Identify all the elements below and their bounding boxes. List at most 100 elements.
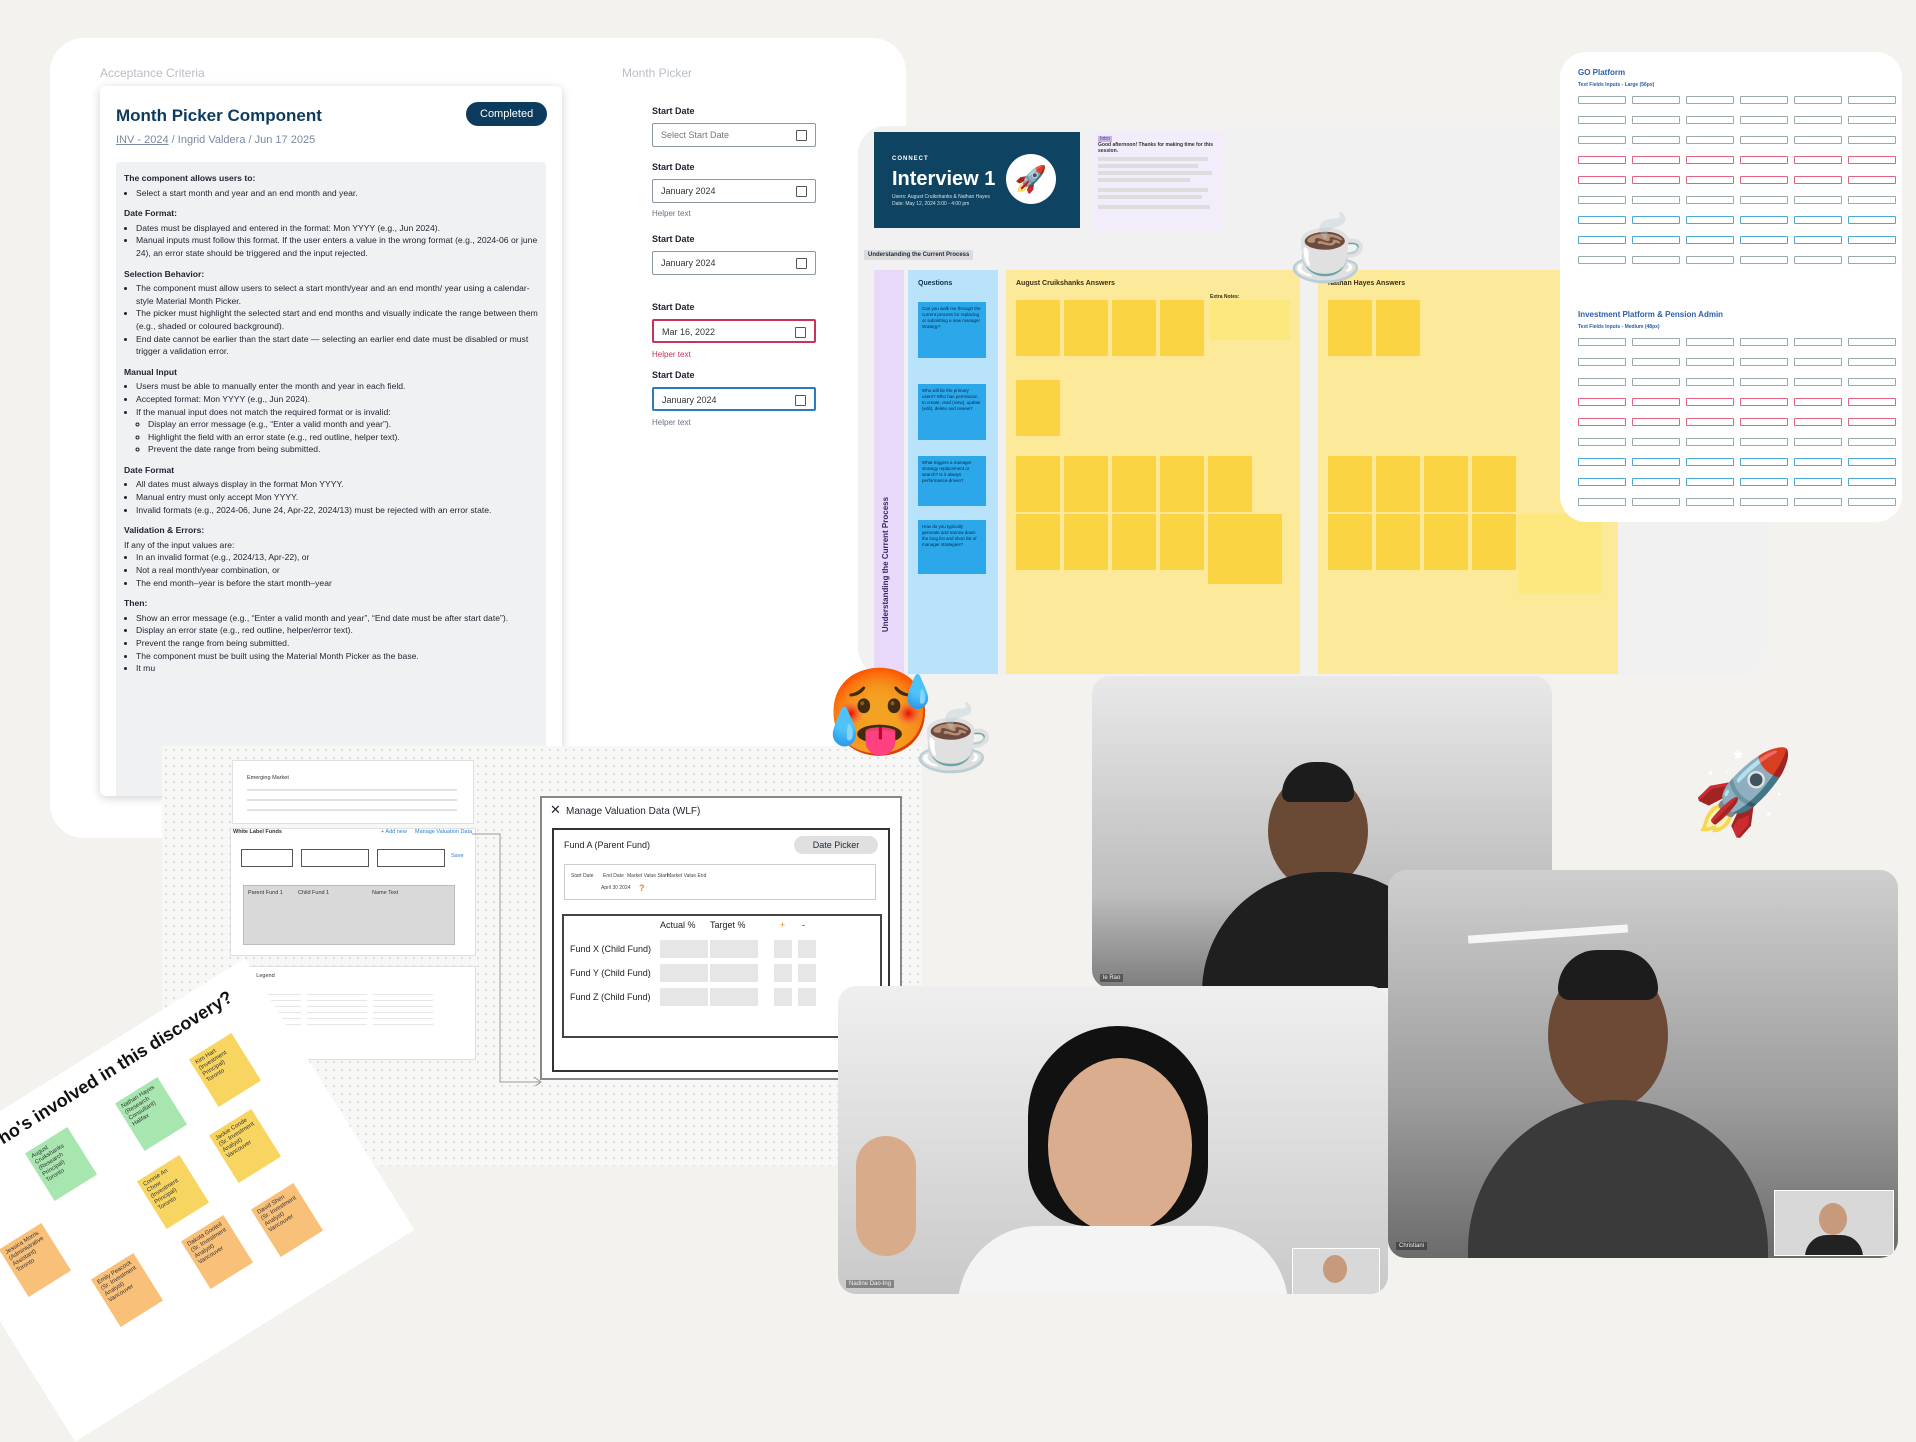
- text-field-sample[interactable]: [1794, 176, 1842, 184]
- sticky-note[interactable]: [1160, 456, 1204, 512]
- text-field-sample[interactable]: [1686, 358, 1734, 366]
- text-field-sample[interactable]: [1740, 378, 1788, 386]
- text-field-sample[interactable]: [1848, 438, 1896, 446]
- text-field-sample[interactable]: [1848, 136, 1896, 144]
- text-field-sample[interactable]: [1686, 136, 1734, 144]
- sticky-note[interactable]: [1064, 300, 1108, 356]
- text-field-sample[interactable]: [1740, 156, 1788, 164]
- ticket-link[interactable]: INV - 2024: [116, 134, 169, 146]
- sticky-note[interactable]: [1208, 456, 1252, 512]
- text-field-sample[interactable]: [1848, 358, 1896, 366]
- text-field-sample[interactable]: [1848, 418, 1896, 426]
- text-field-sample[interactable]: [1632, 256, 1680, 264]
- self-view[interactable]: [1774, 1190, 1894, 1256]
- text-field-sample[interactable]: [1848, 498, 1896, 506]
- calendar-icon[interactable]: [796, 130, 807, 141]
- sticky-note[interactable]: [1064, 514, 1108, 570]
- text-field-sample[interactable]: [1794, 96, 1842, 104]
- text-field-sample[interactable]: [1686, 398, 1734, 406]
- text-field-sample[interactable]: [1686, 338, 1734, 346]
- calendar-icon[interactable]: [795, 327, 806, 338]
- question-note[interactable]: What triggers a manager strategy replace…: [918, 456, 986, 506]
- actual-input[interactable]: [660, 940, 708, 958]
- text-field-sample[interactable]: [1632, 116, 1680, 124]
- text-field-sample[interactable]: [1794, 236, 1842, 244]
- text-field-sample[interactable]: [1578, 458, 1626, 466]
- add-row-icon[interactable]: +: [780, 920, 785, 930]
- text-field-sample[interactable]: [1740, 398, 1788, 406]
- text-field-sample[interactable]: [1578, 256, 1626, 264]
- sticky-note[interactable]: [1518, 514, 1602, 594]
- text-field-sample[interactable]: [1578, 418, 1626, 426]
- text-field-sample[interactable]: [1794, 378, 1842, 386]
- text-field-sample[interactable]: [1578, 216, 1626, 224]
- text-field-sample[interactable]: [1794, 216, 1842, 224]
- row-control[interactable]: [798, 964, 816, 982]
- start-date-field[interactable]: January 2024: [652, 179, 816, 203]
- text-field-sample[interactable]: [1578, 116, 1626, 124]
- text-field-sample[interactable]: [1632, 176, 1680, 184]
- target-input[interactable]: [710, 988, 758, 1006]
- text-field-sample[interactable]: [1686, 478, 1734, 486]
- text-field-sample[interactable]: [1632, 216, 1680, 224]
- text-field-sample[interactable]: [1848, 196, 1896, 204]
- start-date-field[interactable]: January 2024: [652, 251, 816, 275]
- text-field-sample[interactable]: [1848, 378, 1896, 386]
- text-field-sample[interactable]: [1740, 338, 1788, 346]
- text-field-sample[interactable]: [1632, 498, 1680, 506]
- text-field-sample[interactable]: [1794, 438, 1842, 446]
- text-field-sample[interactable]: [1740, 96, 1788, 104]
- text-field-sample[interactable]: [1578, 236, 1626, 244]
- text-field-sample[interactable]: [1740, 438, 1788, 446]
- text-field-sample[interactable]: [1686, 236, 1734, 244]
- text-field-sample[interactable]: [1686, 156, 1734, 164]
- text-field-sample[interactable]: [1794, 358, 1842, 366]
- date-picker-button[interactable]: Date Picker: [794, 836, 878, 854]
- text-field-sample[interactable]: [1794, 256, 1842, 264]
- text-field-sample[interactable]: [1740, 116, 1788, 124]
- sticky-note[interactable]: [1328, 456, 1372, 512]
- text-field-sample[interactable]: [1848, 458, 1896, 466]
- sticky-note[interactable]: [1328, 514, 1372, 570]
- target-input[interactable]: [710, 964, 758, 982]
- row-control[interactable]: [798, 940, 816, 958]
- text-field-sample[interactable]: [1794, 116, 1842, 124]
- text-field-sample[interactable]: [1632, 358, 1680, 366]
- text-field-sample[interactable]: [1686, 378, 1734, 386]
- text-field-sample[interactable]: [1632, 478, 1680, 486]
- sticky-note[interactable]: [1160, 300, 1204, 356]
- text-field-sample[interactable]: [1578, 196, 1626, 204]
- text-field-sample[interactable]: [1740, 216, 1788, 224]
- text-field-sample[interactable]: [1740, 358, 1788, 366]
- text-field-sample[interactable]: [1794, 156, 1842, 164]
- self-view[interactable]: [1292, 1248, 1380, 1294]
- text-field-sample[interactable]: [1632, 156, 1680, 164]
- row-control[interactable]: [774, 964, 792, 982]
- text-field-sample[interactable]: [1632, 96, 1680, 104]
- text-field-sample[interactable]: [1686, 498, 1734, 506]
- sticky-note[interactable]: [1424, 456, 1468, 512]
- text-field-sample[interactable]: [1578, 478, 1626, 486]
- sticky-note[interactable]: [1210, 300, 1290, 340]
- sticky-note[interactable]: [1208, 514, 1282, 584]
- question-note[interactable]: How do you typically generate and narrow…: [918, 520, 986, 574]
- text-field-sample[interactable]: [1686, 216, 1734, 224]
- text-field-sample[interactable]: [1578, 96, 1626, 104]
- sticky-note[interactable]: [1328, 300, 1372, 356]
- text-field-sample[interactable]: [1686, 438, 1734, 446]
- sticky-note[interactable]: [1472, 456, 1516, 512]
- close-icon[interactable]: ✕: [550, 802, 561, 818]
- text-field-sample[interactable]: [1740, 236, 1788, 244]
- text-field-sample[interactable]: [1848, 216, 1896, 224]
- sticky-note[interactable]: [1016, 300, 1060, 356]
- sticky-note[interactable]: [1016, 514, 1060, 570]
- text-field-sample[interactable]: [1740, 458, 1788, 466]
- text-field-sample[interactable]: [1578, 438, 1626, 446]
- text-field-sample[interactable]: [1794, 196, 1842, 204]
- child-fund-select[interactable]: [301, 849, 369, 867]
- text-field-sample[interactable]: [1794, 418, 1842, 426]
- sticky-note[interactable]: [1016, 380, 1060, 436]
- text-field-sample[interactable]: [1848, 398, 1896, 406]
- text-field-sample[interactable]: [1848, 176, 1896, 184]
- calendar-icon[interactable]: [796, 258, 807, 269]
